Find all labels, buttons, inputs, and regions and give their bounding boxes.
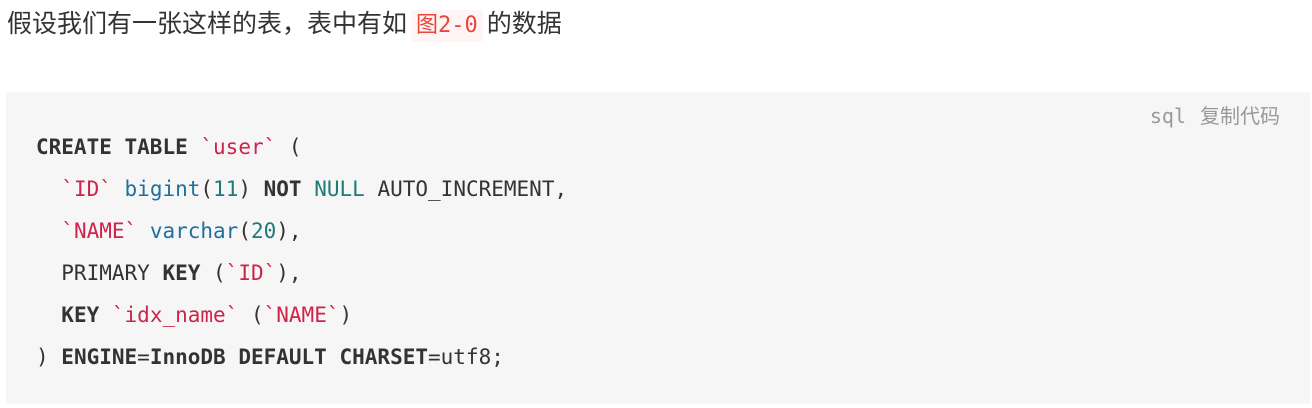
copy-code-button[interactable]: 复制代码 [1200,102,1280,130]
code-token: 11 [213,177,239,201]
code-token: ( [200,177,214,201]
code-token: `idx_name` [111,303,239,327]
code-token: KEY [162,261,201,285]
code-token: varchar [149,219,239,243]
code-token: InnoDB [149,345,226,369]
code-token: ( [200,261,226,285]
code-token: ) [339,303,353,327]
code-toolbar: sql 复制代码 [1150,102,1280,130]
intro-paragraph: 假设我们有一张这样的表，表中有如 图2-0 的数据 [7,6,562,42]
code-token: `ID` [61,177,112,201]
figure-reference: 图2-0 [411,10,483,42]
code-line: PRIMARY KEY (`ID`), [36,252,567,294]
code-line: CREATE TABLE `user` ( [36,126,567,168]
code-token: ( [238,303,264,327]
code-token: ENGINE [61,345,138,369]
intro-text-after: 的数据 [486,9,562,38]
code-token: ( [238,219,251,243]
code-token: ) [238,177,264,201]
code-content[interactable]: CREATE TABLE `user` ( `ID` bigint(11) NO… [36,126,567,378]
code-token: `user` [200,135,277,159]
code-line: `ID` bigint(11) NOT NULL AUTO_INCREMENT, [36,168,567,210]
code-token: =utf8; [428,345,504,369]
code-token: ), [276,219,302,243]
code-language-label: sql [1149,104,1186,128]
code-token: bigint [124,177,201,201]
code-token: = [137,345,150,369]
code-token: ) [36,345,62,369]
intro-text-before: 假设我们有一张这样的表，表中有如 [7,9,408,38]
code-line: `NAME` varchar(20), [36,210,567,252]
code-token: CHARSET [339,345,429,369]
code-token: `ID` [225,261,277,285]
code-token: `NAME` [263,303,340,327]
code-token: NOT [263,177,302,201]
code-token: KEY [61,303,100,327]
code-token: 20 [250,219,277,243]
code-block: sql 复制代码 CREATE TABLE `user` ( `ID` bigi… [6,92,1310,404]
code-token: NULL [314,177,365,201]
code-line: KEY `idx_name` (`NAME`) [36,294,567,336]
code-token: AUTO_INCREMENT, [364,177,568,201]
code-token: ), [276,261,302,285]
code-token: CREATE [36,135,112,159]
code-token: DEFAULT [238,345,327,369]
code-token: `NAME` [61,219,138,243]
code-token: ( [276,135,302,159]
code-line: ) ENGINE=InnoDB DEFAULT CHARSET=utf8; [36,336,567,378]
code-token: PRIMARY [36,261,163,285]
code-token: TABLE [124,135,188,159]
